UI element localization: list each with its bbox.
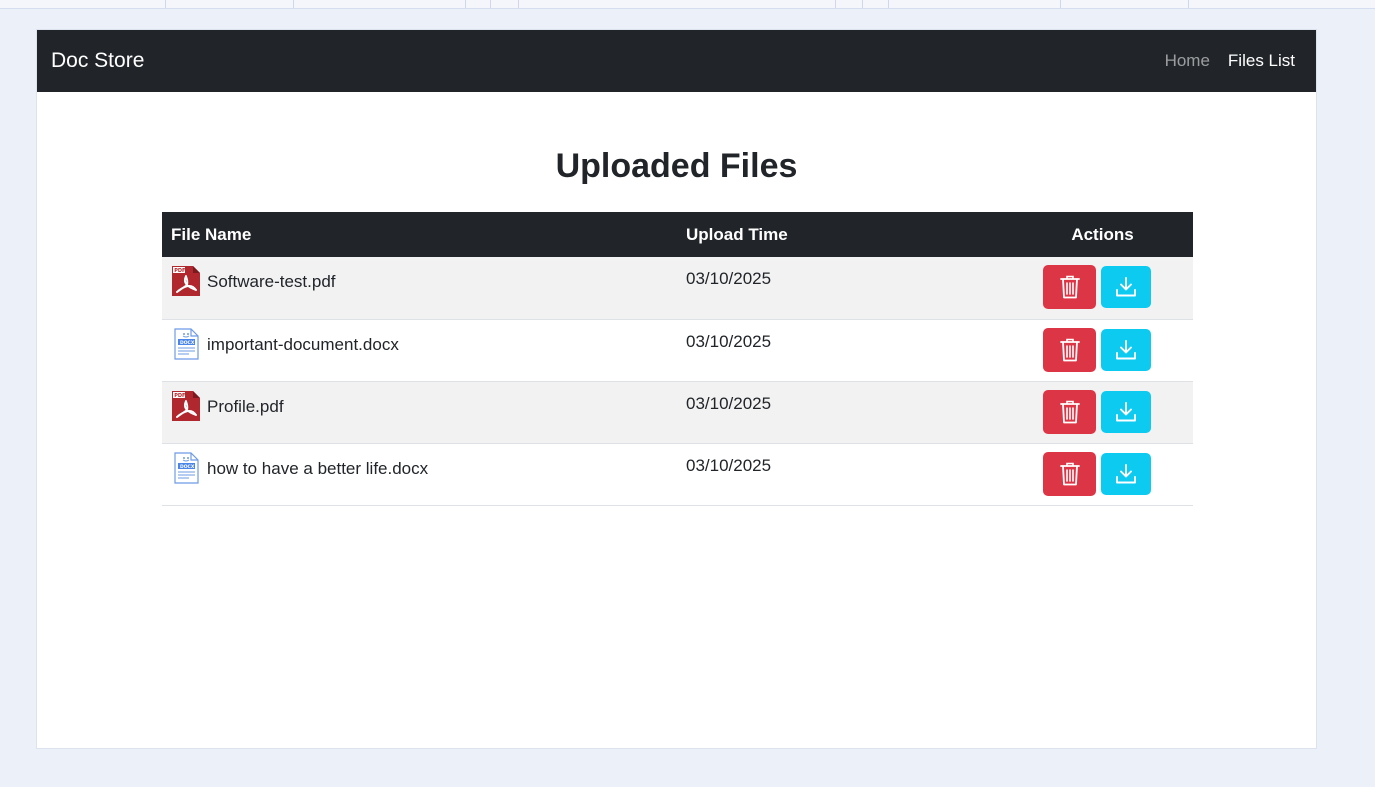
actions-cell xyxy=(1012,257,1193,320)
download-button[interactable] xyxy=(1101,266,1151,308)
delete-button[interactable] xyxy=(1043,389,1096,434)
table-body: PDF Software-test.pdf 03/10/2025 DOCX imp… xyxy=(162,257,1193,506)
page-title: Uploaded Files xyxy=(555,147,798,185)
download-icon xyxy=(1116,339,1136,359)
svg-text:DOCX: DOCX xyxy=(180,339,195,345)
header-actions: Actions xyxy=(1012,212,1193,257)
download-icon xyxy=(1116,401,1136,421)
trash-icon xyxy=(1059,338,1080,361)
pdf-icon: PDF xyxy=(172,390,200,421)
download-button[interactable] xyxy=(1101,328,1151,371)
file-name[interactable]: Software-test.pdf xyxy=(207,265,336,292)
pdf-icon: PDF xyxy=(172,266,200,296)
nav-links: Home Files List xyxy=(1165,51,1295,71)
table-row: DOCX how to have a better life.docx 03/10… xyxy=(162,443,1193,506)
file-name-cell: DOCX important-document.docx xyxy=(162,319,677,382)
actions-cell xyxy=(1012,443,1193,506)
file-name-cell: PDF Profile.pdf xyxy=(162,381,677,444)
delete-button[interactable] xyxy=(1043,451,1096,496)
upload-time-cell: 03/10/2025 xyxy=(677,257,1012,320)
svg-text:PDF: PDF xyxy=(174,268,185,274)
docx-icon: DOCX xyxy=(174,327,199,360)
svg-text:DOCX: DOCX xyxy=(180,463,195,469)
file-name-cell: DOCX how to have a better life.docx xyxy=(162,443,677,506)
download-button[interactable] xyxy=(1101,390,1151,433)
table-row: DOCX important-document.docx 03/10/2025 xyxy=(162,319,1193,382)
upload-time: 03/10/2025 xyxy=(686,269,772,288)
trash-icon xyxy=(1059,275,1080,299)
trash-icon xyxy=(1059,462,1080,485)
nav-link-home[interactable]: Home xyxy=(1165,51,1210,71)
header-upload-time: Upload Time xyxy=(677,212,1012,257)
navbar: Doc Store Home Files List xyxy=(37,30,1316,92)
app-frame: Doc Store Home Files List Uploaded Files… xyxy=(36,29,1317,749)
download-icon xyxy=(1116,277,1136,297)
download-button[interactable] xyxy=(1101,452,1151,495)
table-row: PDF Software-test.pdf 03/10/2025 xyxy=(162,257,1193,320)
file-name[interactable]: Profile.pdf xyxy=(207,390,284,417)
header-file-name: File Name xyxy=(162,212,677,257)
actions-cell xyxy=(1012,319,1193,382)
delete-button[interactable] xyxy=(1043,327,1096,372)
file-name-cell: PDF Software-test.pdf xyxy=(162,257,677,320)
download-icon xyxy=(1116,463,1136,483)
browser-top-strip xyxy=(0,0,1375,9)
table-row: PDF Profile.pdf 03/10/2025 xyxy=(162,381,1193,444)
upload-time-cell: 03/10/2025 xyxy=(677,319,1012,382)
brand-logo[interactable]: Doc Store xyxy=(51,48,144,74)
trash-icon xyxy=(1059,400,1080,423)
docx-icon: DOCX xyxy=(174,451,199,484)
file-name[interactable]: how to have a better life.docx xyxy=(207,452,428,479)
upload-time-cell: 03/10/2025 xyxy=(677,381,1012,444)
file-name[interactable]: important-document.docx xyxy=(207,328,399,355)
upload-time: 03/10/2025 xyxy=(686,393,772,413)
files-table: File Name Upload Time Actions PDF Softwa… xyxy=(162,212,1193,506)
actions-cell xyxy=(1012,381,1193,444)
upload-time: 03/10/2025 xyxy=(686,331,772,351)
delete-button[interactable] xyxy=(1043,265,1096,309)
upload-time: 03/10/2025 xyxy=(686,455,772,475)
table-header-row: File Name Upload Time Actions xyxy=(162,212,1193,257)
nav-link-files-list[interactable]: Files List xyxy=(1228,51,1295,71)
svg-text:PDF: PDF xyxy=(174,393,185,399)
upload-time-cell: 03/10/2025 xyxy=(677,443,1012,506)
